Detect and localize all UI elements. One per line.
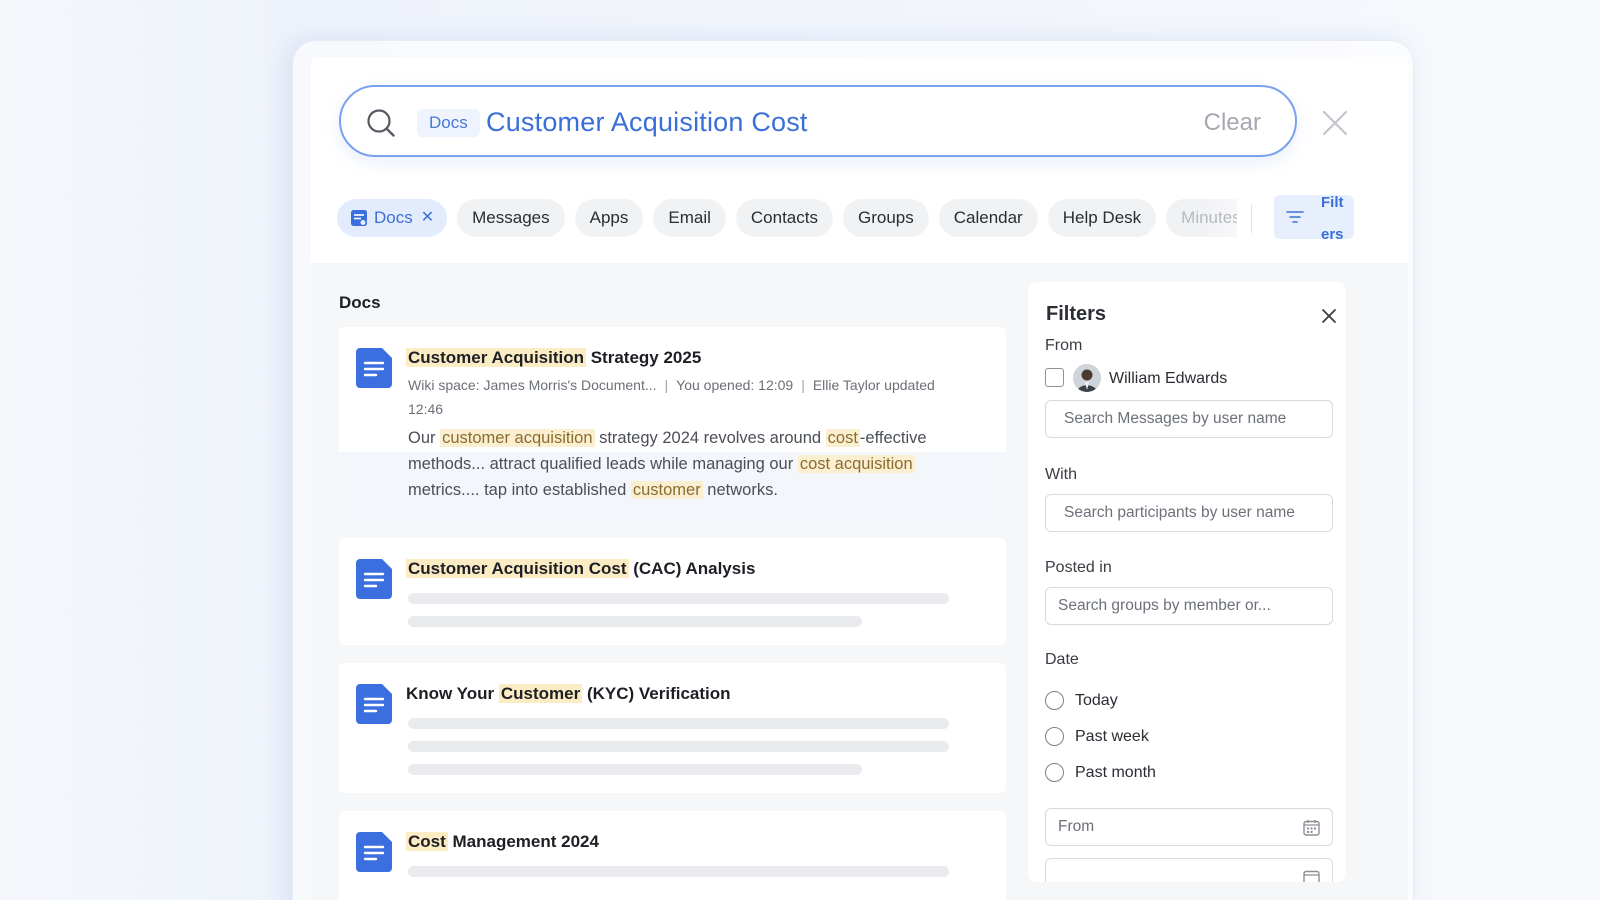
document-icon bbox=[356, 684, 392, 724]
title-prefix: Know Your bbox=[406, 684, 499, 703]
chip-docs-active[interactable]: Docs ✕ bbox=[337, 199, 448, 237]
meta-updated: Ellie Taylor updated bbox=[812, 377, 935, 393]
radio-button[interactable] bbox=[1045, 763, 1064, 782]
title-rest: Management 2024 bbox=[447, 832, 599, 851]
document-icon bbox=[356, 348, 392, 388]
date-from-placeholder: From bbox=[1058, 818, 1095, 835]
doc-icon bbox=[351, 210, 367, 226]
avatar bbox=[1073, 364, 1101, 392]
result-title[interactable]: Know Your Customer (KYC) Verification bbox=[406, 684, 731, 704]
close-icon[interactable] bbox=[1321, 109, 1349, 137]
snippet-text: Our bbox=[408, 429, 441, 447]
snippet-text: metrics.... tap into established bbox=[408, 481, 631, 499]
chip-docs-label: Docs bbox=[374, 208, 413, 227]
results-area: Docs Customer Acquisition Strategy 2025 … bbox=[311, 263, 1408, 900]
snippet-highlight: cost acquisition bbox=[797, 455, 915, 473]
posted-in-search-input[interactable] bbox=[1045, 587, 1333, 625]
loading-skeleton bbox=[408, 764, 862, 775]
from-search-input[interactable] bbox=[1045, 400, 1333, 438]
title-highlight: Cost bbox=[406, 832, 448, 851]
with-label: With bbox=[1045, 466, 1077, 483]
meta-separator: | bbox=[664, 377, 669, 393]
document-icon bbox=[356, 559, 392, 599]
radio-button[interactable] bbox=[1045, 691, 1064, 710]
loading-skeleton bbox=[408, 741, 949, 752]
result-title[interactable]: Customer Acquisition Strategy 2025 bbox=[406, 348, 701, 368]
snippet-text: strategy 2024 revolves around bbox=[594, 429, 826, 447]
chip-minutes[interactable]: Minutes bbox=[1166, 199, 1237, 237]
date-option-label: Past week bbox=[1075, 727, 1149, 745]
from-user-name: William Edwards bbox=[1109, 370, 1228, 387]
search-window: Docs Customer Acquisition Cost Clear Doc… bbox=[311, 57, 1408, 900]
chip-email[interactable]: Email bbox=[653, 199, 726, 237]
filter-icon bbox=[1286, 211, 1304, 223]
result-snippet: Our customer acquisition strategy 2024 r… bbox=[408, 425, 988, 503]
result-meta: Wiki space: James Morris's Document... | Y… bbox=[408, 373, 988, 421]
from-label: From bbox=[1045, 337, 1083, 354]
snippet-highlight: customer acquisition bbox=[440, 429, 595, 447]
meta-time: 12:46 bbox=[408, 401, 444, 417]
result-card[interactable]: Customer Acquisition Strategy 2025 Wiki … bbox=[339, 327, 1006, 520]
filters-title: Filters bbox=[1046, 303, 1107, 325]
category-chips: Docs ✕ Messages Apps Email Contacts Grou… bbox=[337, 199, 1237, 237]
filters-toggle-button[interactable]: Filters bbox=[1274, 195, 1354, 239]
filters-toggle-label: Filters bbox=[1321, 195, 1344, 239]
avatar-person-icon bbox=[1073, 364, 1101, 392]
title-rest: (CAC) Analysis bbox=[628, 559, 756, 578]
clear-button[interactable]: Clear bbox=[1204, 107, 1261, 139]
title-rest: Strategy 2025 bbox=[586, 348, 702, 367]
date-to-input[interactable] bbox=[1045, 858, 1333, 882]
snippet-highlight: cost bbox=[825, 429, 860, 447]
document-icon bbox=[356, 832, 392, 872]
snippet-text: networks. bbox=[702, 481, 778, 499]
date-option-label: Today bbox=[1075, 691, 1118, 709]
filters-panel: Filters From William Edwards With Posted… bbox=[1028, 282, 1346, 882]
posted-in-label: Posted in bbox=[1045, 559, 1112, 576]
radio-button[interactable] bbox=[1045, 727, 1064, 746]
search-icon bbox=[367, 109, 395, 137]
snippet-highlight: customer bbox=[630, 481, 703, 499]
with-search-input[interactable] bbox=[1045, 494, 1333, 532]
date-label: Date bbox=[1045, 651, 1079, 668]
search-query-text[interactable]: Customer Acquisition Cost bbox=[486, 104, 808, 140]
from-user-checkbox[interactable] bbox=[1045, 368, 1064, 387]
result-card[interactable]: Cost Management 2024 bbox=[339, 811, 1006, 900]
search-scope-chip[interactable]: Docs bbox=[417, 109, 480, 137]
title-highlight: Customer Acquisition bbox=[406, 348, 586, 367]
close-filters-icon[interactable] bbox=[1321, 308, 1337, 324]
title-highlight: Customer Acquisition Cost bbox=[406, 559, 629, 578]
chip-divider bbox=[1251, 205, 1252, 233]
calendar-icon[interactable] bbox=[1303, 819, 1320, 836]
result-card[interactable]: Know Your Customer (KYC) Verification bbox=[339, 663, 1006, 793]
chip-apps[interactable]: Apps bbox=[574, 199, 644, 237]
meta-space: Wiki space: James Morris's Document... bbox=[408, 377, 657, 393]
calendar-icon[interactable] bbox=[1303, 869, 1320, 882]
chip-groups[interactable]: Groups bbox=[842, 199, 929, 237]
loading-skeleton bbox=[408, 718, 949, 729]
result-card[interactable]: Customer Acquisition Cost (CAC) Analysis bbox=[339, 538, 1006, 645]
search-bar[interactable]: Docs Customer Acquisition Cost Clear bbox=[339, 85, 1297, 157]
meta-separator: | bbox=[801, 377, 805, 393]
result-title[interactable]: Customer Acquisition Cost (CAC) Analysis bbox=[406, 559, 755, 579]
chip-help-desk[interactable]: Help Desk bbox=[1047, 199, 1157, 237]
section-title: Docs bbox=[339, 293, 381, 312]
chip-messages[interactable]: Messages bbox=[457, 199, 565, 237]
date-option-past-month[interactable]: Past month bbox=[1045, 763, 1156, 782]
result-title[interactable]: Cost Management 2024 bbox=[406, 832, 599, 852]
date-option-today[interactable]: Today bbox=[1045, 691, 1118, 710]
date-from-input[interactable]: From bbox=[1045, 808, 1333, 846]
date-option-label: Past month bbox=[1075, 763, 1156, 781]
title-highlight: Customer bbox=[498, 684, 583, 703]
loading-skeleton bbox=[408, 866, 949, 877]
date-option-past-week[interactable]: Past week bbox=[1045, 727, 1149, 746]
loading-skeleton bbox=[408, 616, 862, 627]
title-rest: (KYC) Verification bbox=[582, 684, 731, 703]
chip-calendar[interactable]: Calendar bbox=[938, 199, 1038, 237]
meta-opened: You opened: 12:09 bbox=[676, 377, 794, 393]
loading-skeleton bbox=[408, 593, 949, 604]
chip-remove-icon[interactable]: ✕ bbox=[421, 199, 434, 237]
chip-contacts[interactable]: Contacts bbox=[735, 199, 833, 237]
